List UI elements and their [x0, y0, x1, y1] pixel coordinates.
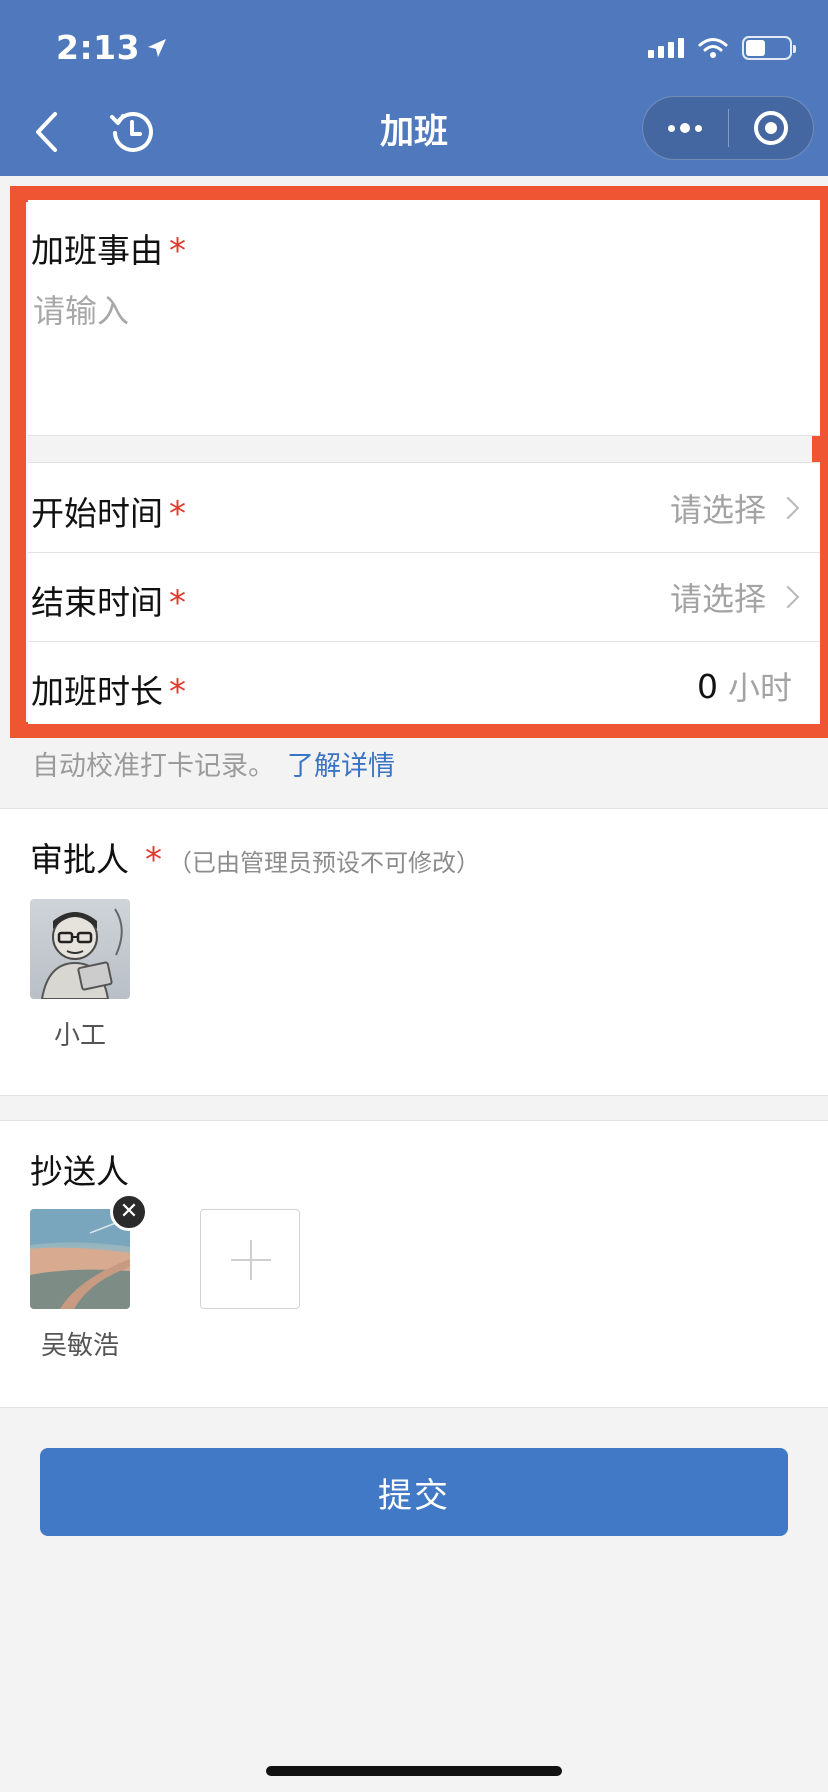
- note-text: 自动校准打卡记录。: [32, 751, 275, 782]
- time-fields-card: 开始时间 * 请选择 结束时间 * 请选择 加班时长 * 0 小时: [28, 462, 820, 724]
- cartoon-avatar-image: [40, 908, 123, 999]
- more-dots-icon: [668, 123, 703, 133]
- status-indicators: [648, 36, 796, 60]
- battery-icon: [742, 36, 796, 60]
- required-star: *: [169, 494, 186, 534]
- end-time-label: 结束时间 *: [31, 576, 186, 624]
- auto-calibrate-note: 自动校准打卡记录。 了解详情: [32, 744, 395, 783]
- required-star: *: [169, 583, 186, 623]
- learn-more-link[interactable]: 了解详情: [287, 751, 395, 782]
- end-time-row[interactable]: 结束时间 * 请选择: [28, 552, 820, 642]
- start-time-picker[interactable]: 请选择: [669, 485, 800, 531]
- remove-cc-button[interactable]: ✕: [110, 1193, 148, 1231]
- cc-title-text: 抄送人: [30, 1152, 129, 1191]
- cc-person: 吴敏浩: [30, 1209, 130, 1362]
- cc-section: 抄送人 吴敏浩 ✕: [0, 1120, 828, 1408]
- chevron-right-icon: [776, 496, 800, 520]
- approver-person: 小工: [30, 899, 130, 1052]
- location-arrow-icon: [148, 38, 167, 57]
- approver-section: 审批人 * （已由管理员预设不可修改） 小工: [0, 808, 828, 1096]
- cellular-signal-icon: [648, 38, 684, 58]
- approver-title: 审批人 * （已由管理员预设不可修改）: [30, 833, 480, 881]
- target-close-icon: [753, 111, 788, 145]
- reason-field[interactable]: 加班事由 * 请输入: [28, 200, 820, 436]
- battery-level-fill: [746, 40, 765, 56]
- start-time-row[interactable]: 开始时间 * 请选择: [28, 463, 820, 553]
- add-cc-button[interactable]: [200, 1209, 300, 1309]
- required-star: *: [169, 672, 186, 712]
- submit-button[interactable]: 提交: [40, 1448, 788, 1536]
- duration-row: 加班时长 * 0 小时: [28, 641, 820, 731]
- wifi-icon: [698, 38, 728, 58]
- start-time-label: 开始时间 *: [31, 487, 186, 535]
- duration-value: 0: [696, 666, 718, 706]
- cc-name: 吴敏浩: [40, 1331, 119, 1361]
- duration-unit: 小时: [727, 669, 792, 707]
- close-icon: ✕: [119, 1199, 139, 1224]
- duration-display: 0 小时: [697, 663, 792, 709]
- end-time-label-text: 结束时间: [31, 583, 163, 622]
- reason-label: 加班事由 *: [31, 224, 186, 272]
- start-time-label-text: 开始时间: [31, 494, 163, 533]
- end-time-placeholder: 请选择: [669, 580, 766, 618]
- start-time-placeholder: 请选择: [669, 491, 766, 529]
- miniprogram-capsule: [642, 96, 814, 160]
- approver-hint: （已由管理员预设不可修改）: [168, 849, 480, 877]
- home-indicator: [266, 1766, 562, 1776]
- required-star: *: [145, 840, 162, 880]
- chevron-right-icon: [776, 585, 800, 609]
- header: 2:13 加班: [0, 0, 828, 176]
- avatar: [30, 899, 130, 999]
- status-time: 2:13: [56, 28, 168, 67]
- status-time-text: 2:13: [56, 28, 141, 67]
- cc-title: 抄送人: [30, 1145, 129, 1193]
- approver-name: 小工: [53, 1021, 106, 1051]
- reason-label-text: 加班事由: [31, 231, 163, 270]
- duration-label: 加班时长 *: [31, 665, 186, 713]
- approver-title-text: 审批人: [30, 840, 129, 879]
- more-button[interactable]: [643, 97, 728, 159]
- required-star: *: [169, 231, 186, 271]
- duration-label-text: 加班时长: [31, 672, 163, 711]
- end-time-picker[interactable]: 请选择: [669, 574, 800, 620]
- close-miniprogram-button[interactable]: [729, 97, 814, 159]
- reason-input-placeholder[interactable]: 请输入: [33, 286, 129, 332]
